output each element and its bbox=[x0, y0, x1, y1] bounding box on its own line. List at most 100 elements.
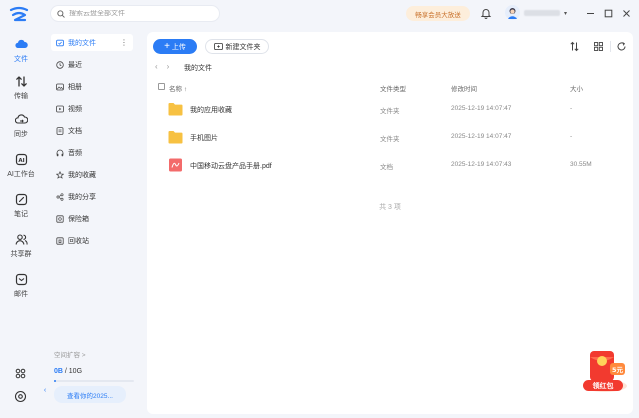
group-icon bbox=[15, 234, 28, 245]
table-row[interactable]: 我的应用收藏 文件夹 2025-12-19 14:07:47 - bbox=[147, 96, 633, 123]
file-modified: 2025-12-19 14:07:47 bbox=[451, 133, 512, 140]
file-name[interactable]: 手机图片 bbox=[190, 133, 218, 143]
folder-icon bbox=[168, 131, 183, 144]
sidebar-item-favorites[interactable]: 我的收藏 bbox=[51, 166, 133, 183]
sidebar-item-label: 音频 bbox=[68, 149, 82, 157]
column-header-label: 名称 bbox=[169, 86, 182, 93]
sidebar-item-label: 我的收藏 bbox=[68, 171, 96, 179]
storage-bar bbox=[54, 380, 134, 382]
search-input[interactable] bbox=[69, 10, 209, 17]
trash-icon bbox=[56, 236, 64, 245]
rail-item-label: 共享群 bbox=[10, 251, 32, 258]
sidebar-item-label: 文档 bbox=[68, 127, 82, 135]
search-icon bbox=[57, 9, 65, 18]
column-header-modified[interactable]: 修改时间 bbox=[451, 83, 477, 93]
sidebar-item-trash[interactable]: 回收站 bbox=[51, 232, 133, 249]
rail-item-share-group[interactable]: 共享群 bbox=[0, 233, 42, 259]
rail-item-sync[interactable]: 同步 bbox=[0, 113, 42, 139]
sidebar-item-shares[interactable]: 我的分享 bbox=[51, 188, 133, 205]
rail-item-transfer[interactable]: 传输 bbox=[0, 75, 42, 101]
file-name[interactable]: 中国移动云盘产品手册.pdf bbox=[190, 161, 272, 171]
collapse-sidebar-icon[interactable]: ‹ bbox=[40, 382, 50, 398]
forward-chevron-icon[interactable]: › bbox=[167, 62, 170, 71]
rail-item-mail[interactable]: 邮件 bbox=[0, 273, 42, 299]
breadcrumb[interactable]: 我的文件 bbox=[184, 63, 212, 73]
rail-item-files[interactable]: 文件 bbox=[0, 38, 42, 64]
app-logo-icon bbox=[9, 6, 29, 22]
new-folder-label: 新建文件夹 bbox=[225, 43, 261, 51]
rail-item-label: AI工作台 bbox=[7, 171, 35, 178]
column-header-name[interactable]: 名称 ↑ bbox=[169, 83, 187, 93]
minimize-icon[interactable] bbox=[584, 7, 596, 19]
column-header-type[interactable]: 文件类型 bbox=[380, 83, 406, 93]
clock-icon bbox=[56, 60, 64, 69]
refresh-icon[interactable] bbox=[615, 40, 628, 53]
rail-item-notes[interactable]: 笔记 bbox=[0, 193, 42, 219]
more-options-icon[interactable]: ⋮ bbox=[120, 38, 128, 47]
close-icon[interactable] bbox=[620, 7, 632, 19]
bell-icon[interactable] bbox=[480, 7, 492, 19]
settings-icon[interactable] bbox=[14, 390, 27, 403]
file-name[interactable]: 我的应用收藏 bbox=[190, 105, 232, 115]
svg-text:AI: AI bbox=[18, 158, 24, 164]
file-modified: 2025-12-19 14:07:43 bbox=[451, 161, 512, 168]
table-row[interactable]: 手机图片 文件夹 2025-12-19 14:07:47 - bbox=[147, 124, 633, 151]
new-folder-button[interactable]: 新建文件夹 bbox=[205, 39, 269, 54]
file-list-panel: + 上传 新建文件夹 ‹ › 我的文件 名称 ↑ 文件类型 修改时间 大小 我的… bbox=[147, 32, 633, 414]
sidebar-item-audio[interactable]: 音频 bbox=[51, 144, 133, 161]
sidebar-item-safe[interactable]: 保险箱 bbox=[51, 210, 133, 227]
rail-item-ai[interactable]: AI AI工作台 bbox=[0, 153, 42, 179]
red-envelope-widget[interactable]: 5元 领红包 bbox=[577, 345, 629, 395]
column-header-size[interactable]: 大小 bbox=[570, 83, 583, 93]
promo-button[interactable]: 畅享会员大放送 bbox=[406, 6, 470, 21]
sidebar-item-documents[interactable]: 文档 bbox=[51, 122, 133, 139]
gift-badge: 5元 bbox=[612, 366, 624, 374]
username-redacted bbox=[524, 10, 560, 16]
maximize-icon[interactable] bbox=[602, 7, 614, 19]
ai-icon: AI bbox=[15, 153, 27, 166]
file-size: - bbox=[570, 105, 573, 112]
avatar-icon bbox=[505, 5, 520, 20]
back-chevron-icon[interactable]: ‹ bbox=[155, 62, 158, 71]
sidebar-item-recent[interactable]: 最近 bbox=[51, 56, 133, 73]
table-row[interactable]: 中国移动云盘产品手册.pdf 文档 2025-12-19 14:07:43 30… bbox=[147, 152, 633, 179]
red-envelope-icon: 5元 领红包 bbox=[583, 351, 627, 392]
avatar[interactable] bbox=[505, 5, 520, 20]
photo-icon bbox=[56, 83, 64, 90]
file-type: 文件夹 bbox=[380, 136, 400, 143]
sidebar: 我的文件 ⋮ 最近 相册 视频 文档 音频 我的收藏 我的分享 保险箱 回收站 … bbox=[44, 28, 138, 418]
sidebar-item-photos[interactable]: 相册 bbox=[51, 78, 133, 95]
rail-item-label: 笔记 bbox=[14, 211, 28, 218]
share-icon bbox=[56, 192, 64, 201]
rail-item-label: 同步 bbox=[14, 131, 28, 138]
annual-report-button[interactable]: 查看你的2025... bbox=[54, 386, 126, 403]
file-size: - bbox=[570, 133, 573, 140]
item-count: 共 3 项 bbox=[379, 204, 401, 211]
document-icon bbox=[56, 126, 64, 135]
sidebar-item-my-files[interactable]: 我的文件 ⋮ bbox=[51, 34, 133, 51]
upload-button[interactable]: + 上传 bbox=[153, 39, 197, 54]
transfer-arrows-icon bbox=[15, 76, 27, 87]
sidebar-item-videos[interactable]: 视频 bbox=[51, 100, 133, 117]
toolbar-divider bbox=[610, 41, 611, 52]
gift-label: 领红包 bbox=[593, 381, 614, 390]
new-folder-icon bbox=[213, 42, 223, 50]
file-size: 30.55M bbox=[570, 161, 592, 168]
left-rail: 文件 传输 同步 AI AI工作台 笔记 共享群 邮件 bbox=[0, 28, 42, 418]
sidebar-item-label: 保险箱 bbox=[68, 215, 89, 223]
upload-label: 上传 bbox=[171, 43, 186, 51]
select-all-checkbox[interactable] bbox=[158, 83, 165, 90]
apps-grid-icon[interactable] bbox=[14, 367, 27, 380]
chevron-down-icon[interactable]: ▾ bbox=[564, 10, 567, 17]
rail-item-label: 文件 bbox=[14, 56, 28, 63]
sidebar-item-label: 视频 bbox=[68, 105, 82, 113]
storage-usage: 0B / 10G bbox=[54, 368, 82, 375]
sort-icon[interactable] bbox=[568, 40, 581, 53]
cloud-folder-icon bbox=[14, 39, 28, 48]
sidebar-item-label: 最近 bbox=[68, 61, 82, 69]
grid-view-icon[interactable] bbox=[592, 40, 605, 53]
rail-item-label: 传输 bbox=[14, 93, 28, 100]
search-box[interactable] bbox=[50, 5, 220, 22]
sidebar-item-label: 相册 bbox=[68, 83, 82, 91]
storage-expand-link[interactable]: 空间扩容 > bbox=[54, 349, 86, 359]
